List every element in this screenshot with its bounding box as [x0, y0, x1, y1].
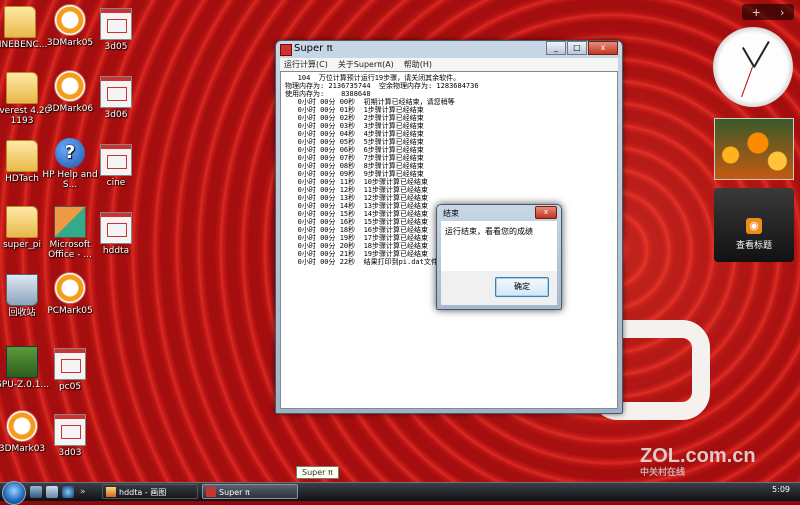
menu-about[interactable]: 关于Superπ(A) — [338, 58, 394, 71]
clock-second-hand — [741, 66, 753, 98]
desktop: CINEBENC... Everest 4.20 1193 HDTach sup… — [0, 0, 800, 482]
log-line: 0小时 00分 12秒 11步骤计算已经结束 — [285, 186, 429, 194]
log-line: 0小时 00分 01秒 1步骤计算已经结束 — [285, 106, 424, 114]
3dmark-icon — [6, 410, 38, 442]
desktop-icon-pcmark05[interactable]: PCMark05 — [38, 272, 102, 316]
taskbar-tooltip: Super π — [296, 466, 339, 479]
log-line: 使用内存为: 8388648 — [285, 90, 371, 98]
rss-icon: ◉ — [746, 218, 762, 234]
folder-icon — [6, 140, 38, 172]
log-line: 104 万位计算预计运行19步骤，请关闭其余软件。 — [285, 74, 461, 82]
desktop-icon-label: 3d06 — [104, 110, 128, 120]
maximize-button[interactable]: □ — [567, 41, 587, 55]
log-line: 0小时 00分 09秒 9步骤计算已经结束 — [285, 170, 424, 178]
close-button[interactable]: x — [588, 41, 618, 55]
watermark-main: ZOL.com.cn — [640, 445, 756, 467]
log-line: 0小时 00分 03秒 3步骤计算已经结束 — [285, 122, 424, 130]
window-titlebar[interactable]: Super π _ □ x — [276, 41, 622, 57]
tray-clock[interactable]: 5:09 — [772, 485, 790, 494]
minimize-button[interactable]: _ — [546, 41, 566, 55]
log-line: 物理内存为: 2136735744 空余物理内存为: 1283684736 — [285, 82, 479, 90]
image-file-icon — [54, 414, 86, 446]
feed-view-headlines-label[interactable]: 查看标题 — [714, 238, 794, 251]
gpu-chip-icon — [6, 346, 38, 378]
desktop-icon-label: hddta — [102, 246, 130, 256]
log-line: 0小时 00分 05秒 5步骤计算已经结束 — [285, 138, 424, 146]
clock-minute-hand — [753, 41, 770, 68]
folder-icon — [6, 72, 38, 104]
menu-run-calculation[interactable]: 运行计算(C) — [284, 58, 328, 71]
window-title: Super π — [294, 43, 333, 54]
desktop-icon-pc05[interactable]: pc05 — [38, 348, 102, 392]
folder-icon — [4, 6, 36, 38]
image-file-icon — [54, 348, 86, 380]
log-line: 0小时 00分 06秒 6步骤计算已经结束 — [285, 146, 424, 154]
log-line: 0小时 00分 07秒 7步骤计算已经结束 — [285, 154, 424, 162]
watermark: ZOL.com.cn 中关村在线 — [640, 445, 756, 477]
dialog-message: 运行结束，看看您的成绩 — [445, 227, 533, 236]
desktop-icon-3d03[interactable]: 3d03 — [38, 414, 102, 458]
desktop-icon-label: pc05 — [58, 382, 82, 392]
taskbar: » hddta - 画图 Super π 5:09 — [0, 481, 800, 505]
slideshow-gadget[interactable] — [714, 118, 794, 180]
taskbar-item-label: hddta - 画图 — [119, 488, 167, 497]
log-line: 0小时 00分 13秒 12步骤计算已经结束 — [285, 194, 429, 202]
3dmark-icon — [54, 70, 86, 102]
log-line: 0小时 00分 11秒 10步骤计算已经结束 — [285, 178, 429, 186]
show-desktop-icon[interactable] — [30, 486, 42, 498]
office-icon — [54, 206, 86, 238]
recycle-bin-icon — [6, 274, 38, 306]
image-file-icon — [100, 8, 132, 40]
finish-dialog[interactable]: 结束 x 运行结束，看看您的成绩 确定 — [436, 204, 562, 310]
image-file-icon — [100, 76, 132, 108]
next-gadget-button[interactable]: › — [780, 6, 784, 19]
sidebar-gadget-controls: + › — [742, 4, 794, 20]
menu-bar: 运行计算(C) 关于Superπ(A) 帮助(H) — [280, 58, 618, 71]
taskbar-item-paint[interactable]: hddta - 画图 — [102, 484, 198, 499]
desktop-icon-label: cine — [106, 178, 126, 188]
folder-icon — [6, 206, 38, 238]
dialog-close-button[interactable]: x — [535, 206, 557, 219]
image-file-icon — [100, 144, 132, 176]
desktop-icon-hddta[interactable]: hddta — [84, 212, 148, 256]
log-line: 0小时 00分 08秒 8步骤计算已经结束 — [285, 162, 424, 170]
log-line: 0小时 00分 00秒 初期计算已经结束，请您稍等 — [285, 98, 455, 106]
desktop-icon-label: 3d05 — [104, 42, 128, 52]
super-pi-app-icon — [280, 44, 292, 56]
desktop-icon-3d05[interactable]: 3d05 — [84, 8, 148, 52]
desktop-icon-label: PCMark05 — [47, 306, 93, 316]
switch-windows-icon[interactable] — [46, 486, 58, 498]
log-line: 0小时 00分 02秒 2步骤计算已经结束 — [285, 114, 424, 122]
taskbar-item-super-pi[interactable]: Super π — [202, 484, 298, 499]
taskbar-item-label: Super π — [219, 488, 250, 497]
pcmark-icon — [54, 272, 86, 304]
quick-launch-more-icon[interactable]: » — [80, 486, 88, 498]
desktop-icon-label: 3d03 — [58, 448, 82, 458]
desktop-icon-3d06[interactable]: 3d06 — [84, 76, 148, 120]
clock-hour-hand — [742, 46, 755, 67]
start-button[interactable] — [2, 481, 26, 505]
help-icon: ? — [55, 138, 85, 168]
image-file-icon — [100, 212, 132, 244]
menu-help[interactable]: 帮助(H) — [404, 58, 432, 71]
paint-icon — [106, 487, 116, 497]
ok-button[interactable]: 确定 — [495, 277, 549, 297]
super-pi-icon — [206, 487, 216, 497]
dialog-footer: 确定 — [441, 271, 557, 305]
3dmark-icon — [54, 4, 86, 36]
feed-headlines-gadget[interactable]: ◉ 查看标题 — [714, 188, 794, 262]
watermark-sub: 中关村在线 — [640, 467, 686, 477]
desktop-icon-cine[interactable]: cine — [84, 144, 148, 188]
log-line: 0小时 00分 04秒 4步骤计算已经结束 — [285, 130, 424, 138]
add-gadget-button[interactable]: + — [752, 6, 761, 19]
internet-explorer-icon[interactable] — [62, 486, 74, 498]
clock-gadget[interactable] — [713, 27, 793, 107]
dialog-title: 结束 — [443, 209, 459, 218]
